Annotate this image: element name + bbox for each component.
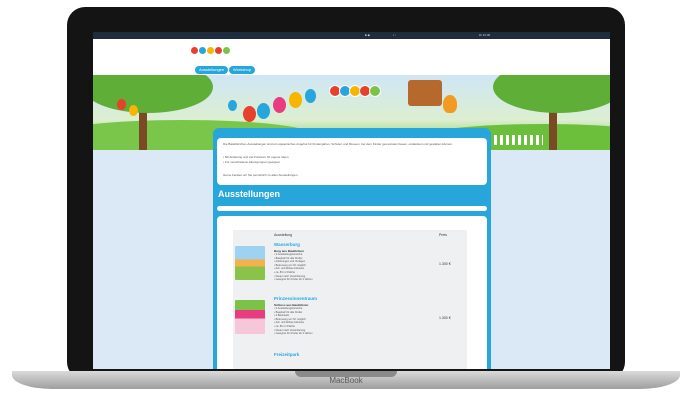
intro-bullet: • Für verschiedene Altersgruppen geeigne… <box>223 160 280 164</box>
content-panel: Die Bauklötzchen-Ausstellungen sind ein … <box>213 128 491 369</box>
section-divider <box>217 206 487 211</box>
intro-paragraph: Die Bauklötzchen-Ausstellungen sind ein … <box>223 142 453 146</box>
exhibitions-table: Ausstellung Preis Wasserburg Burg aus Ba… <box>217 216 487 369</box>
exhibition-price: 1.300 € <box>439 262 451 266</box>
treehouse-illustration <box>408 80 442 106</box>
exhibition-title-link[interactable]: Wasserburg <box>274 242 300 247</box>
balloon <box>117 99 126 110</box>
site-header: Ausstellungen Workshop <box>93 39 610 75</box>
banner-logo <box>329 85 381 97</box>
logo-dot <box>222 45 231 55</box>
exhibition-price: 1.300 € <box>439 316 451 320</box>
exhibition-feature: • Geeignet für Kinder ab 3 Jahren <box>274 278 313 282</box>
menubar-clock: Di 10:00 <box>479 33 491 37</box>
laptop-brand-label: MacBook <box>329 376 363 385</box>
balloon <box>273 97 286 113</box>
exhibition-title-link[interactable]: Freizeitpark <box>274 352 299 357</box>
site-logo[interactable] <box>190 43 231 57</box>
os-menubar: ■ ◆ ▪ ▫ Di 10:00 <box>93 32 610 39</box>
intro-bullet: • Mit Anleitung und viel Freiraum für ei… <box>223 155 289 159</box>
column-header-exhibition: Ausstellung <box>274 233 293 237</box>
balloon <box>257 103 270 119</box>
laptop-screen: ■ ◆ ▪ ▫ Di 10:00 Ausstellungen Workshop <box>93 32 610 369</box>
tree-canopy <box>493 75 610 113</box>
logo-dot <box>369 85 381 97</box>
menubar-status-2: ▪ ▫ <box>393 33 396 37</box>
exhibition-title-link[interactable]: Prinzessinnentraum <box>274 296 317 301</box>
balloon <box>305 89 316 103</box>
exhibition-thumbnail[interactable] <box>235 300 265 334</box>
nav-exhibitions-button[interactable]: Ausstellungen <box>195 66 229 74</box>
balloon <box>289 92 302 108</box>
fence-illustration <box>488 135 543 145</box>
nav-workshop-button[interactable]: Workshop <box>229 66 255 74</box>
column-header-price: Preis <box>439 233 447 237</box>
balloon <box>228 100 237 111</box>
exhibition-thumbnail[interactable] <box>235 246 265 280</box>
intro-paragraph: Gerne beraten wir Sie persönlich zu alle… <box>223 173 299 177</box>
balloon <box>243 106 256 122</box>
exhibition-feature: • Geeignet für Kinder ab 3 Jahren <box>274 332 313 336</box>
tiger-mascot-illustration <box>443 95 457 113</box>
menubar-status-1: ■ ◆ <box>365 33 370 37</box>
section-title: Ausstellungen <box>218 189 281 199</box>
balloon <box>129 105 138 116</box>
intro-card: Die Bauklötzchen-Ausstellungen sind ein … <box>217 138 487 185</box>
table-body <box>233 230 467 369</box>
tree-canopy <box>93 75 213 113</box>
